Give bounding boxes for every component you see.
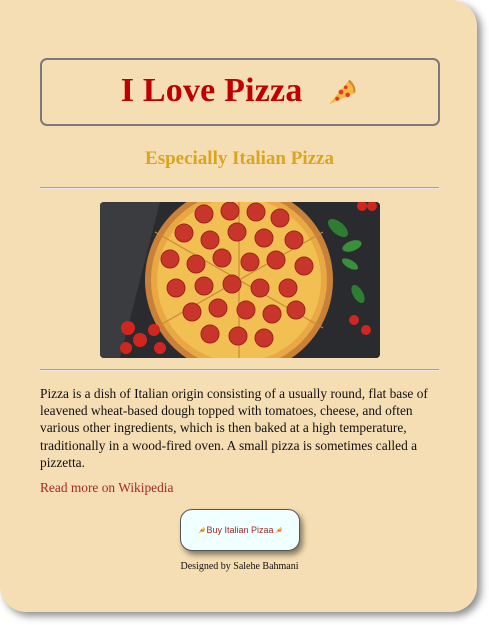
divider-bottom <box>40 369 439 371</box>
pizza-slice-icon <box>274 526 282 533</box>
page-title-text: I Love Pizza <box>120 71 303 109</box>
wikipedia-link[interactable]: Read more on Wikipedia <box>40 480 173 496</box>
pizza-card: I Love Pizza Especially Italian Pizza Pi… <box>0 0 477 612</box>
buy-pizza-button[interactable]: Buy Italian Pizaa <box>180 509 300 551</box>
pizza-description: Pizza is a dish of Italian origin consis… <box>40 386 428 470</box>
pizza-slice-icon <box>198 526 206 533</box>
designer-credit: Designed by Salehe Bahmani <box>180 561 299 572</box>
subtitle: Especially Italian Pizza <box>145 148 334 169</box>
buy-button-label: Buy Italian Pizaa <box>206 525 274 535</box>
title-box: I Love Pizza <box>40 58 440 126</box>
page-title: I Love Pizza <box>120 71 360 110</box>
divider-top <box>40 187 439 189</box>
pizza-photo <box>100 202 380 358</box>
pizza-slice-icon <box>329 79 356 105</box>
